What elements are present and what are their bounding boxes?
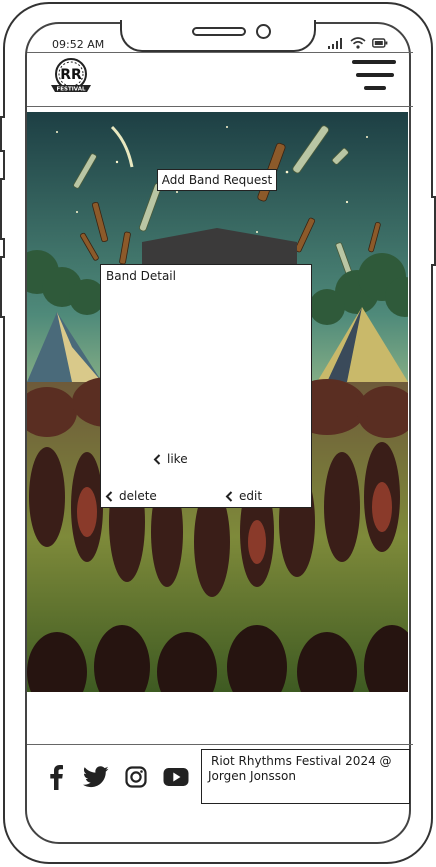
phone-notch xyxy=(120,20,316,52)
phone-side-button xyxy=(0,256,5,318)
status-time: 09:52 AM xyxy=(52,38,105,51)
delete-label: delete xyxy=(119,489,157,503)
wifi-icon xyxy=(350,37,366,49)
status-divider xyxy=(27,52,413,53)
band-detail-title: Band Detail xyxy=(106,269,176,283)
like-label: like xyxy=(167,452,188,466)
chevron-left-icon xyxy=(153,453,161,465)
status-icons xyxy=(328,37,388,49)
phone-side-button xyxy=(0,116,5,152)
header-divider xyxy=(27,106,413,107)
festival-logo[interactable]: RR FESTIVAL xyxy=(48,57,94,95)
copyright-line1: Riot Rhythms Festival 2024 @ xyxy=(211,754,392,768)
edit-label: edit xyxy=(239,489,263,503)
battery-icon xyxy=(372,38,388,48)
add-band-request-button[interactable]: Add Band Request xyxy=(157,169,277,191)
band-detail-panel: Band Detail like delete edit xyxy=(100,264,312,508)
twitter-icon[interactable] xyxy=(82,762,110,792)
phone-power-button xyxy=(431,196,436,266)
svg-text:RR: RR xyxy=(60,67,82,83)
menu-hamburger-icon[interactable] xyxy=(352,60,396,96)
copyright-line2: Jorgen Jonsson xyxy=(208,769,296,783)
signal-icon xyxy=(328,37,342,49)
like-button[interactable]: like xyxy=(153,452,188,466)
chevron-left-icon xyxy=(105,490,113,502)
instagram-icon[interactable] xyxy=(123,762,149,792)
copyright-box: Riot Rhythms Festival 2024 @ Jorgen Jons… xyxy=(201,749,410,804)
edit-button[interactable]: edit xyxy=(225,489,262,503)
youtube-icon[interactable] xyxy=(162,762,190,792)
chevron-left-icon xyxy=(225,490,233,502)
facebook-icon[interactable] xyxy=(43,762,69,792)
phone-side-button xyxy=(0,178,5,240)
front-camera xyxy=(256,24,271,39)
svg-text:FESTIVAL: FESTIVAL xyxy=(57,87,86,93)
speaker-grille xyxy=(192,27,246,36)
footer-divider xyxy=(27,744,413,745)
delete-button[interactable]: delete xyxy=(105,489,157,503)
